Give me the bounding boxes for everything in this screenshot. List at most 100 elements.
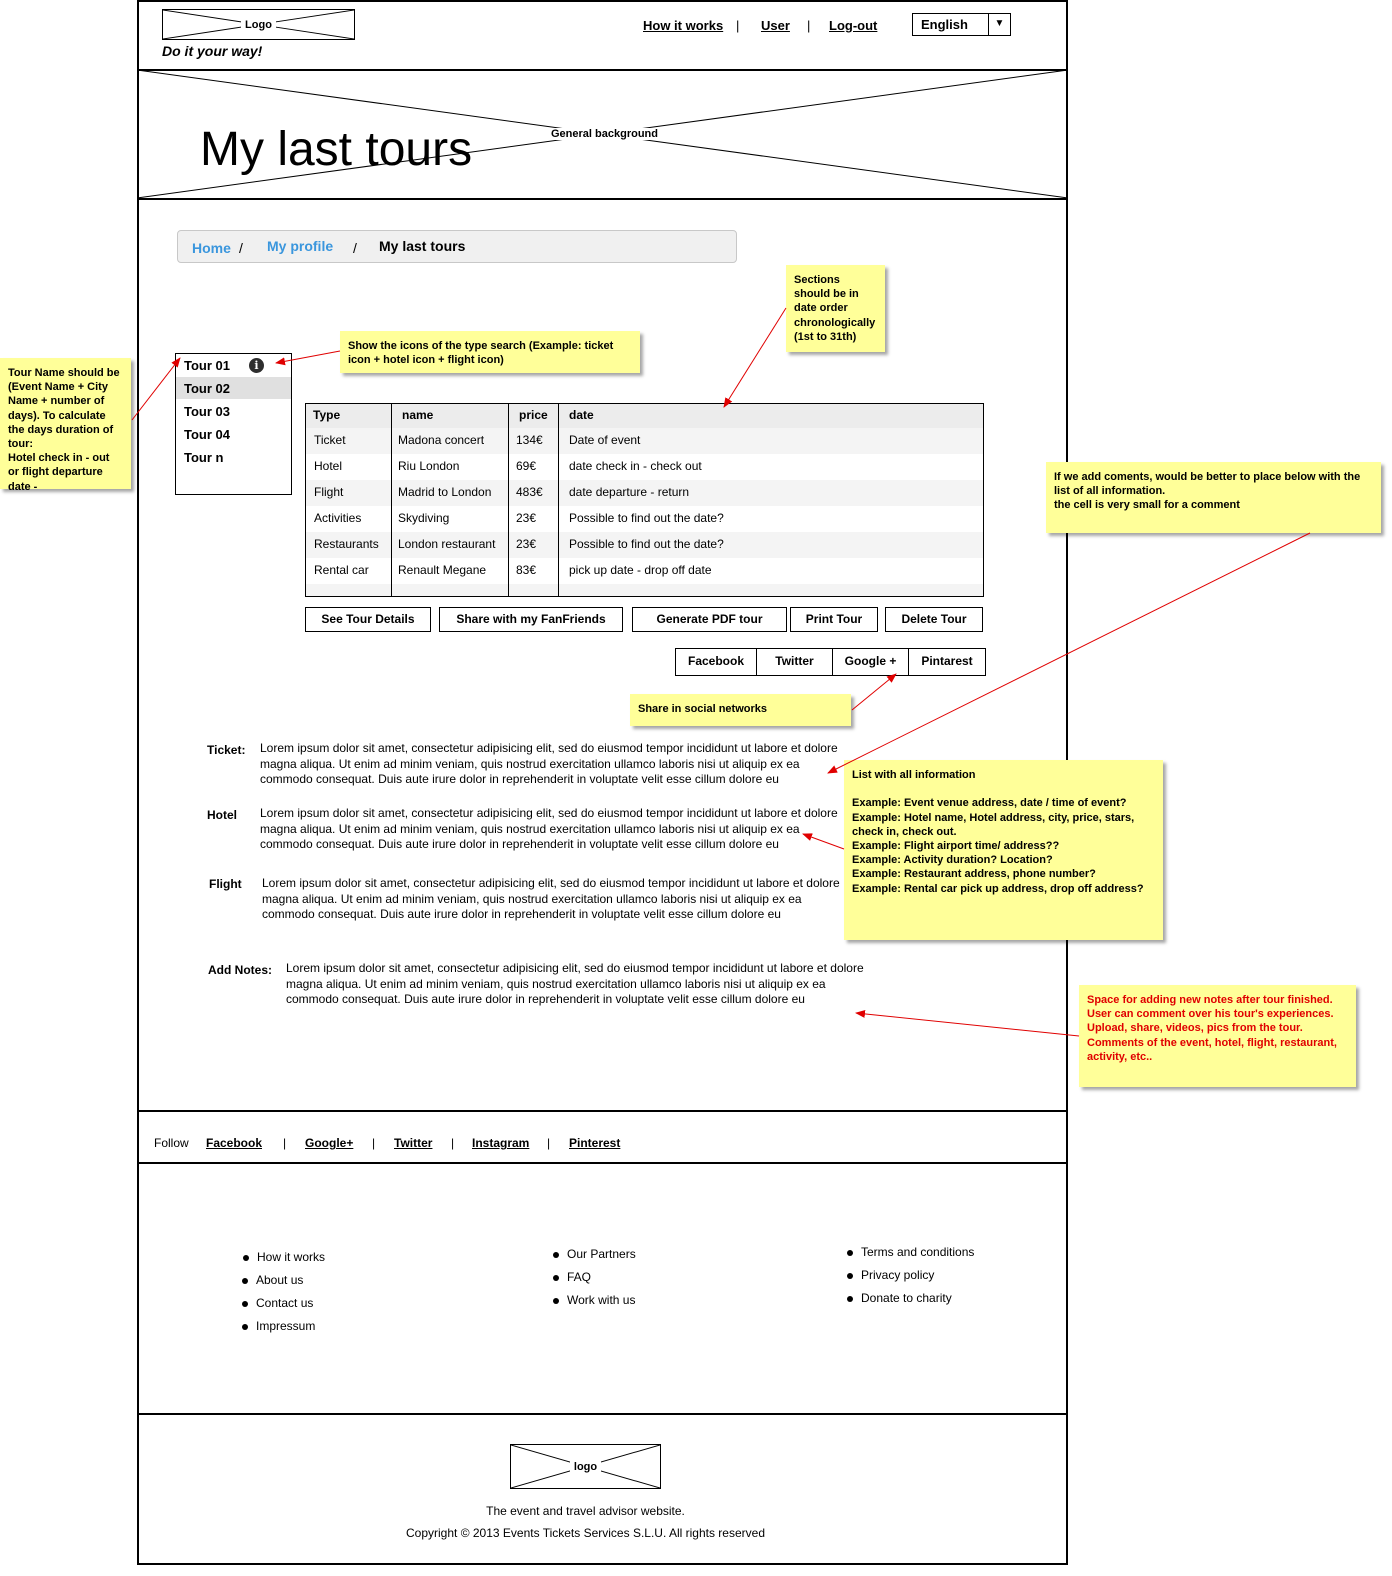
share-facebook-button[interactable]: Facebook (675, 648, 757, 676)
breadcrumb-separator: / (239, 240, 243, 256)
cell-type: Flight (314, 485, 344, 499)
footer-link-about-us[interactable]: About us (241, 1273, 303, 1287)
follow-separator: | (283, 1136, 287, 1150)
column-header-price[interactable]: price (519, 408, 548, 422)
follow-pinterest-link[interactable]: Pinterest (569, 1136, 620, 1150)
note-sections: Sections should be in date order chronol… (786, 265, 885, 352)
detail-label-hotel: Hotel (207, 808, 237, 822)
nav-user[interactable]: User (761, 18, 790, 33)
language-value: English (921, 17, 968, 32)
delete-tour-button[interactable]: Delete Tour (885, 607, 983, 632)
tour-item-label: Tour 03 (184, 404, 230, 419)
breadcrumb-separator: / (353, 240, 357, 256)
tour-table: Type name price date Ticket Madona conce… (305, 403, 984, 597)
hero-divider (137, 198, 1068, 200)
share-google-button[interactable]: Google + (832, 648, 909, 676)
footer-link-contact-us[interactable]: Contact us (241, 1296, 313, 1310)
footer-logo-placeholder[interactable]: logo (510, 1444, 661, 1489)
follow-facebook-link[interactable]: Facebook (206, 1136, 262, 1150)
footer-link-privacy[interactable]: Privacy policy (846, 1268, 934, 1282)
footer-copyright: Copyright © 2013 Events Tickets Services… (406, 1526, 765, 1540)
logo-label: Logo (241, 18, 276, 31)
follow-label: Follow (154, 1136, 189, 1150)
column-header-name[interactable]: name (402, 408, 433, 422)
cell-type: Ticket (314, 433, 346, 447)
nav-separator: | (736, 18, 740, 33)
tour-item[interactable]: Tour n (176, 446, 291, 468)
table-row (306, 584, 983, 596)
cell-name: Madona concert (398, 433, 485, 447)
cell-name: Riu London (398, 459, 460, 473)
breadcrumb-current: My last tours (379, 238, 466, 254)
share-twitter-button[interactable]: Twitter (756, 648, 833, 676)
see-tour-details-button[interactable]: See Tour Details (305, 607, 431, 632)
cell-price: 483€ (516, 485, 543, 499)
tour-item-label: Tour 04 (184, 427, 230, 442)
footer-link-our-partners[interactable]: Our Partners (553, 1247, 636, 1261)
nav-how-it-works[interactable]: How it works (643, 18, 723, 33)
follow-separator: | (372, 1136, 376, 1150)
tour-item-label: Tour n (184, 450, 224, 465)
generate-pdf-button[interactable]: Generate PDF tour (632, 607, 787, 632)
note-icons: Show the icons of the type search (Examp… (340, 331, 640, 373)
detail-text-hotel: Lorem ipsum dolor sit amet, consectetur … (260, 806, 838, 851)
tour-item[interactable]: Tour 04 (176, 423, 291, 445)
tour-item[interactable]: Tour 03 (176, 400, 291, 422)
nav-separator: | (807, 18, 811, 33)
cell-type: Rental car (314, 563, 369, 577)
cell-price: 83€ (516, 563, 537, 577)
follow-instagram-link[interactable]: Instagram (472, 1136, 529, 1150)
footer-link-terms[interactable]: Terms and conditions (846, 1245, 974, 1259)
note-share: Share in social networks (630, 694, 851, 726)
logo-placeholder[interactable]: Logo (162, 9, 355, 40)
footer-link-faq[interactable]: FAQ (552, 1270, 591, 1284)
cell-type: Activities (314, 511, 362, 525)
cell-name: Madrid to London (398, 485, 492, 499)
language-select[interactable]: English ▼ (912, 13, 1011, 36)
cell-type: Restaurants (314, 537, 379, 551)
cell-date: date departure - return (569, 485, 690, 499)
tour-item-label: Tour 02 (184, 381, 230, 396)
info-icon[interactable]: i (249, 358, 264, 373)
note-comments: If we add coments, would be better to pl… (1046, 462, 1381, 533)
tour-item-selected[interactable]: Tour 02 (176, 377, 291, 399)
breadcrumb-profile[interactable]: My profile (267, 238, 333, 254)
cell-date: Date of event (569, 433, 641, 447)
column-divider (558, 404, 559, 596)
footer-link-work-with-us[interactable]: Work with us (552, 1293, 635, 1307)
tour-list: Tour 01 i Tour 02 Tour 03 Tour 04 Tour n (175, 353, 292, 495)
share-pinterest-button[interactable]: Pintarest (908, 648, 986, 676)
detail-text-notes[interactable]: Lorem ipsum dolor sit amet, consectetur … (286, 961, 871, 1008)
cell-type: Hotel (314, 459, 343, 473)
footer-slogan: The event and travel advisor website. (486, 1504, 685, 1518)
footer-link-charity[interactable]: Donate to charity (847, 1291, 952, 1305)
cell-price: 69€ (516, 459, 537, 473)
footer-link-impressum[interactable]: Impressum (241, 1319, 315, 1333)
column-header-type[interactable]: Type (313, 408, 340, 422)
footer-divider (137, 1413, 1068, 1415)
tagline: Do it your way! (162, 43, 263, 59)
cell-date: Possible to find out the date? (569, 537, 724, 551)
footer-link-how-it-works[interactable]: How it works (242, 1250, 325, 1264)
column-header-date[interactable]: date (569, 408, 594, 422)
note-notes-space: Space for adding new notes after tour fi… (1079, 985, 1356, 1087)
cell-name: London restaurant (398, 537, 496, 551)
tour-item[interactable]: Tour 01 i (176, 354, 291, 376)
nav-log-out[interactable]: Log-out (829, 18, 877, 33)
follow-googleplus-link[interactable]: Google+ (305, 1136, 353, 1150)
follow-bottom-divider (137, 1162, 1068, 1164)
print-tour-button[interactable]: Print Tour (790, 607, 878, 632)
page-title: My last tours (200, 123, 473, 176)
detail-text-flight: Lorem ipsum dolor sit amet, consectetur … (262, 876, 840, 921)
cell-price: 23€ (516, 511, 537, 525)
follow-separator: | (547, 1136, 551, 1150)
breadcrumb-home[interactable]: Home (192, 240, 231, 256)
background-label: General background (543, 128, 666, 140)
share-fanfriends-button[interactable]: Share with my FanFriends (439, 607, 623, 632)
breadcrumb: Home / My profile / My last tours (177, 230, 737, 263)
follow-twitter-link[interactable]: Twitter (394, 1136, 432, 1150)
cell-price: 23€ (516, 537, 537, 551)
detail-label-flight: Flight (209, 877, 242, 891)
cell-date: date check in - check out (569, 459, 702, 473)
cell-name: Skydiving (398, 511, 450, 525)
